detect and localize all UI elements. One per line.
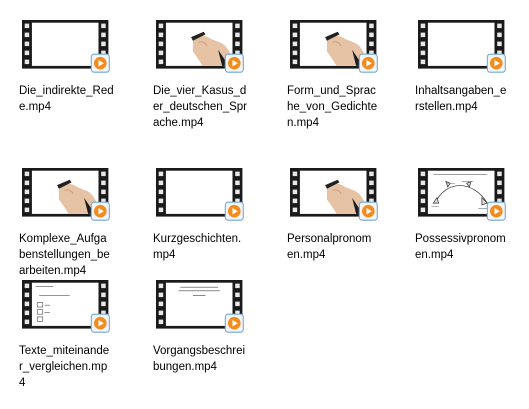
video-thumbnail: [418, 168, 506, 221]
media-player-badge-icon: [224, 201, 244, 221]
file-name-label: Vorgangsbeschrei bungen.mp4: [153, 345, 246, 373]
file-name-label: Die_vier_Kasus_d er_deutschen_Spr ache.mp4: [153, 85, 247, 129]
media-player-badge-icon: [90, 313, 110, 333]
video-thumbnail: [22, 20, 110, 73]
video-thumbnail: [156, 280, 244, 333]
file-name-label: Texte_miteinande r_vergleichen.mp 4: [19, 345, 110, 389]
media-player-badge-icon: [90, 53, 110, 73]
file-name-label: Possessivpronom en.mp4: [415, 233, 506, 261]
video-thumbnail: [22, 168, 110, 221]
media-player-badge-icon: [224, 53, 244, 73]
video-thumbnail: [418, 20, 506, 73]
video-thumbnail: [22, 280, 110, 333]
file-name-label: Kurzgeschichten. mp4: [153, 233, 242, 261]
file-name-label: Die_indirekte_Red e.mp4: [19, 85, 114, 113]
media-player-badge-icon: [486, 201, 506, 221]
media-player-badge-icon: [486, 53, 506, 73]
file-name-label: Inhaltsangaben_e rstellen.mp4: [415, 85, 507, 113]
media-player-badge-icon: [224, 313, 244, 333]
video-thumbnail: [290, 168, 378, 221]
media-player-badge-icon: [358, 201, 378, 221]
video-thumbnail: [156, 20, 244, 73]
video-thumbnail: [156, 168, 244, 221]
file-name-label: Personalpronom en.mp4: [287, 233, 372, 261]
media-player-badge-icon: [90, 201, 110, 221]
media-player-badge-icon: [358, 53, 378, 73]
video-thumbnail: [290, 20, 378, 73]
file-name-label: Form_und_Sprac he_von_Gedichte n.mp4: [287, 85, 378, 129]
file-name-label: Komplexe_Aufga benstellungen_be arbeiten.m…: [19, 233, 110, 277]
